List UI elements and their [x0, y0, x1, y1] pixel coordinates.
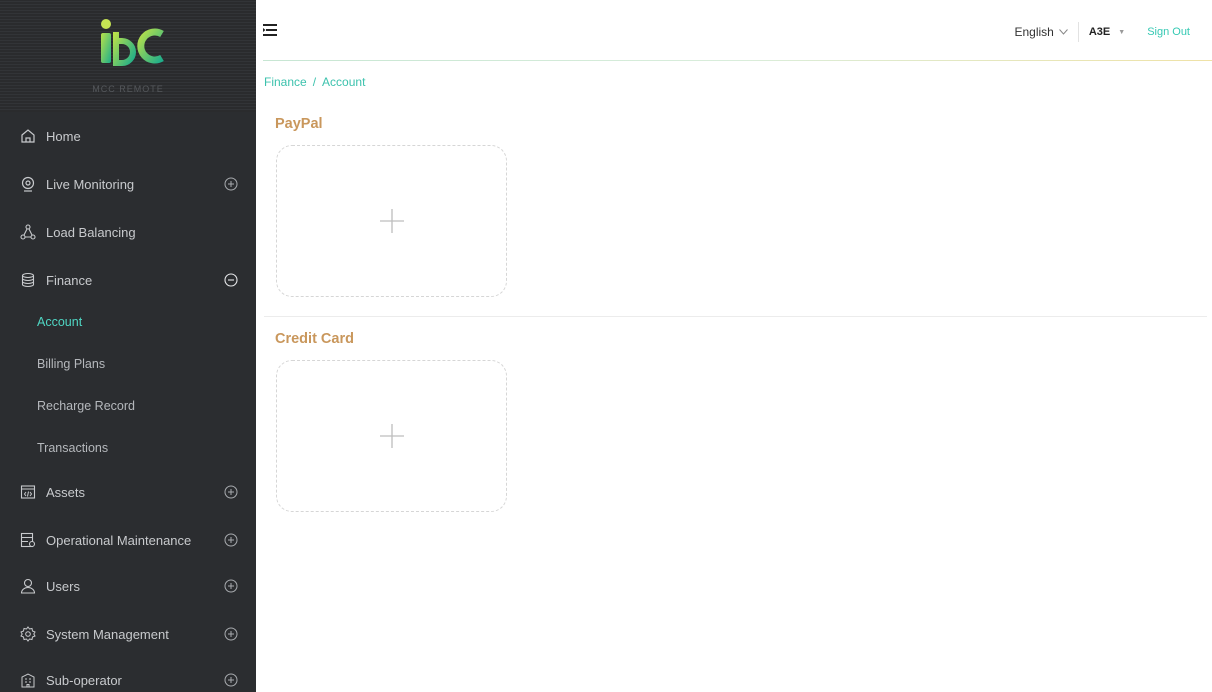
caret-down-icon: ▼: [1118, 28, 1126, 36]
sidebar-item-label: Users: [46, 578, 80, 594]
sidebar-item-label: Load Balancing: [46, 224, 136, 240]
breadcrumb-separator: /: [312, 75, 317, 89]
code-window-icon: [20, 484, 36, 500]
sidebar-subitem-recharge-record[interactable]: Recharge Record: [0, 386, 256, 426]
sidebar-item-system-management[interactable]: System Management: [0, 610, 256, 658]
credit-card-section-title: Credit Card: [275, 331, 354, 347]
sidebar: MCC REMOTE Home Live Monitoring Load Bal…: [0, 0, 256, 692]
sidebar-item-home[interactable]: Home: [0, 112, 256, 160]
network-icon: [20, 224, 36, 240]
sidebar-subitem-transactions[interactable]: Transactions: [0, 428, 256, 468]
expand-icon[interactable]: [224, 177, 238, 191]
plus-icon: [380, 209, 404, 233]
gear-icon: [20, 626, 36, 642]
sidebar-item-label: Assets: [46, 484, 86, 500]
sidebar-item-label: Operational Maintenance: [46, 532, 192, 548]
sidebar-item-load-balancing[interactable]: Load Balancing: [0, 208, 256, 256]
logo-caption: MCC REMOTE: [92, 84, 164, 94]
sidebar-subitem-account[interactable]: Account: [0, 302, 256, 342]
breadcrumb: Finance / Account: [264, 75, 365, 89]
user-name: A3E: [1088, 26, 1111, 38]
sidebar-item-assets[interactable]: Assets: [0, 468, 256, 516]
add-paypal-button[interactable]: [276, 145, 507, 297]
expand-icon[interactable]: [224, 579, 238, 593]
webcam-icon: [20, 176, 36, 192]
collapse-icon[interactable]: [224, 273, 238, 287]
expand-icon[interactable]: [224, 533, 238, 547]
sidebar-item-label: System Management: [46, 626, 169, 642]
sidebar-item-label: Sub-operator: [46, 672, 122, 688]
sidebar-subitem-billing-plans[interactable]: Billing Plans: [0, 344, 256, 384]
breadcrumb-current: Account: [322, 75, 366, 89]
language-selector[interactable]: English: [1014, 22, 1079, 42]
chevron-down-icon: [1058, 29, 1068, 35]
sidebar-item-label: Home: [46, 128, 81, 144]
language-label: English: [1014, 25, 1054, 39]
expand-icon[interactable]: [224, 627, 238, 641]
sidebar-item-label: Live Monitoring: [46, 176, 135, 192]
expand-icon[interactable]: [224, 485, 238, 499]
paypal-section-title: PayPal: [275, 116, 323, 132]
server-settings-icon: [20, 532, 36, 548]
header-divider: [263, 60, 1212, 61]
user-icon: [20, 578, 36, 594]
database-icon: [20, 272, 36, 288]
logo-area: MCC REMOTE: [0, 0, 256, 112]
expand-icon[interactable]: [224, 673, 238, 687]
sign-out-link[interactable]: Sign Out: [1147, 26, 1190, 38]
header-actions: English A3E ▼ Sign Out: [1014, 18, 1212, 46]
plus-icon: [380, 424, 404, 448]
sidebar-item-live-monitoring[interactable]: Live Monitoring: [0, 160, 256, 208]
menu-toggle-icon[interactable]: [263, 24, 277, 36]
building-icon: [20, 672, 36, 688]
section-divider: [264, 316, 1207, 317]
sidebar-item-users[interactable]: Users: [0, 562, 256, 610]
user-selector[interactable]: A3E ▼: [1079, 26, 1125, 38]
breadcrumb-finance[interactable]: Finance: [264, 75, 307, 89]
sidebar-item-label: Finance: [46, 272, 93, 288]
sidebar-item-operational-maintenance[interactable]: Operational Maintenance: [0, 516, 256, 564]
home-icon: [20, 128, 36, 144]
add-credit-card-button[interactable]: [276, 360, 507, 512]
sidebar-item-finance[interactable]: Finance: [0, 256, 256, 304]
logo[interactable]: [96, 18, 166, 66]
sidebar-item-sub-operator[interactable]: Sub-operator: [0, 656, 256, 692]
